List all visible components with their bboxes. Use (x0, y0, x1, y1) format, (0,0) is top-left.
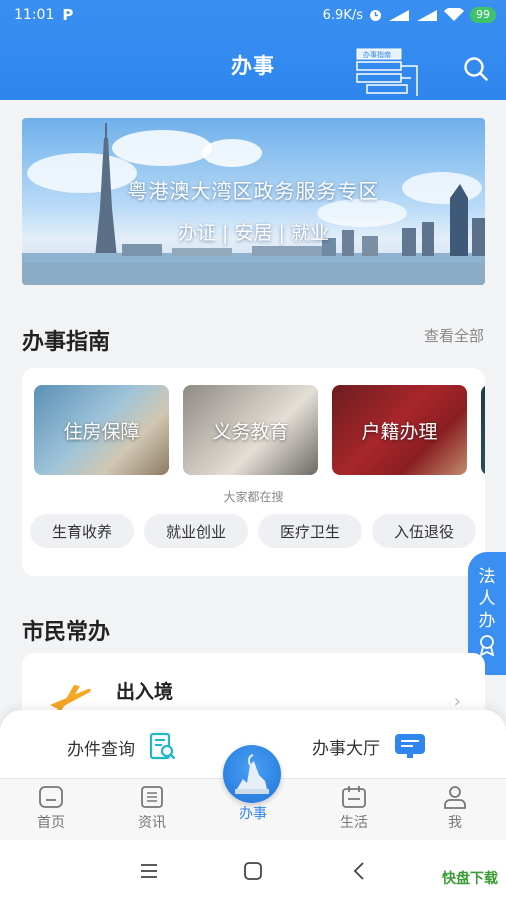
citizen-section-title: 市民常办 (22, 620, 111, 645)
guide-tiles: 住房保障 义务教育 户籍办理 (34, 385, 467, 475)
ram-statue-icon (235, 754, 269, 794)
banner-title: 粤港澳大湾区政务服务专区 (127, 179, 380, 203)
tile-household-registration[interactable]: 户籍办理 (332, 385, 467, 475)
tab-me[interactable]: 我 (425, 785, 485, 832)
chip-birth-adoption[interactable]: 生育收养 (30, 514, 135, 548)
tab-label: 办事 (239, 806, 267, 822)
app-header: 11:01 P 6.9K/s 99 办事 办事指南 (0, 0, 506, 100)
menu-icon[interactable] (138, 860, 160, 882)
search-icon[interactable] (462, 55, 490, 83)
banner-subtitle: 办证 | 安居 | 就业 (178, 222, 329, 244)
tab-life[interactable]: 生活 (324, 785, 384, 832)
signal-icon-2 (417, 9, 437, 21)
see-all-link[interactable]: 查看全部 (424, 325, 484, 346)
bay-area-banner[interactable]: 粤港澳大湾区政务服务专区 办证 | 安居 | 就业 (22, 118, 485, 285)
guide-badge-text: 办事指南 (363, 50, 391, 59)
guide-illustration[interactable]: 办事指南 (355, 47, 425, 97)
alarm-icon (370, 9, 381, 21)
services-ram-emblem[interactable] (223, 745, 281, 803)
tile-housing[interactable]: 住房保障 (34, 385, 169, 475)
guide-card: 住房保障 义务教育 户籍办理 大家都在搜 生育收养 就业创业 医疗卫生 入伍退役 (22, 368, 485, 576)
medal-icon (479, 635, 495, 656)
service-hall-label: 办事大厅 (312, 738, 380, 759)
home-button-icon[interactable] (242, 860, 264, 882)
tile-label: 住房保障 (63, 420, 140, 443)
home-icon (39, 786, 63, 808)
airplane-icon (50, 685, 91, 712)
citizen-item-label: 出入境 (116, 681, 174, 703)
chip-military[interactable]: 入伍退役 (372, 514, 477, 548)
document-search-icon (149, 732, 176, 760)
tile-education[interactable]: 义务教育 (183, 385, 318, 475)
wifi-icon (444, 8, 464, 21)
chevron-right-icon: › (453, 691, 461, 712)
tile-partial[interactable] (481, 385, 485, 475)
user-icon (444, 786, 466, 809)
float-char: 办 (478, 611, 496, 631)
signal-icon (389, 9, 409, 21)
tab-label: 生活 (340, 815, 368, 831)
tab-home[interactable]: 首页 (21, 785, 81, 832)
status-bar: 11:01 P 6.9K/s 99 (0, 0, 506, 30)
tab-label: 资讯 (138, 815, 166, 831)
news-icon (141, 786, 163, 808)
tab-label: 我 (448, 815, 462, 831)
case-query-label: 办件查询 (67, 739, 135, 760)
status-time: 11:01 (14, 7, 55, 23)
popular-chips: 生育收养 就业创业 医疗卫生 入伍退役 (30, 514, 477, 548)
case-query-button[interactable]: 办件查询 (67, 732, 177, 762)
float-char: 法 (478, 567, 496, 587)
watermark-logo: 快盘下载 (442, 871, 498, 887)
float-char: 人 (478, 589, 496, 609)
net-speed: 6.9K/s (322, 7, 363, 23)
tile-label: 户籍办理 (361, 420, 438, 443)
chip-healthcare[interactable]: 医疗卫生 (258, 514, 363, 548)
page-title: 办事 (231, 54, 275, 78)
chip-employment[interactable]: 就业创业 (144, 514, 249, 548)
monitor-icon (395, 734, 425, 758)
tile-label: 义务教育 (212, 420, 289, 443)
back-icon[interactable] (349, 860, 371, 882)
system-nav-bar (0, 840, 506, 900)
tab-services[interactable]: 办事 (223, 803, 283, 823)
service-hall-button[interactable]: 办事大厅 (312, 732, 426, 760)
tab-label: 首页 (37, 815, 65, 831)
tab-news[interactable]: 资讯 (122, 785, 182, 832)
battery-indicator: 99 (470, 7, 496, 23)
calendar-icon (342, 786, 366, 808)
popular-search-label: 大家都在搜 (223, 490, 284, 504)
guide-section-title: 办事指南 (22, 330, 111, 355)
parking-icon: P (62, 6, 74, 24)
